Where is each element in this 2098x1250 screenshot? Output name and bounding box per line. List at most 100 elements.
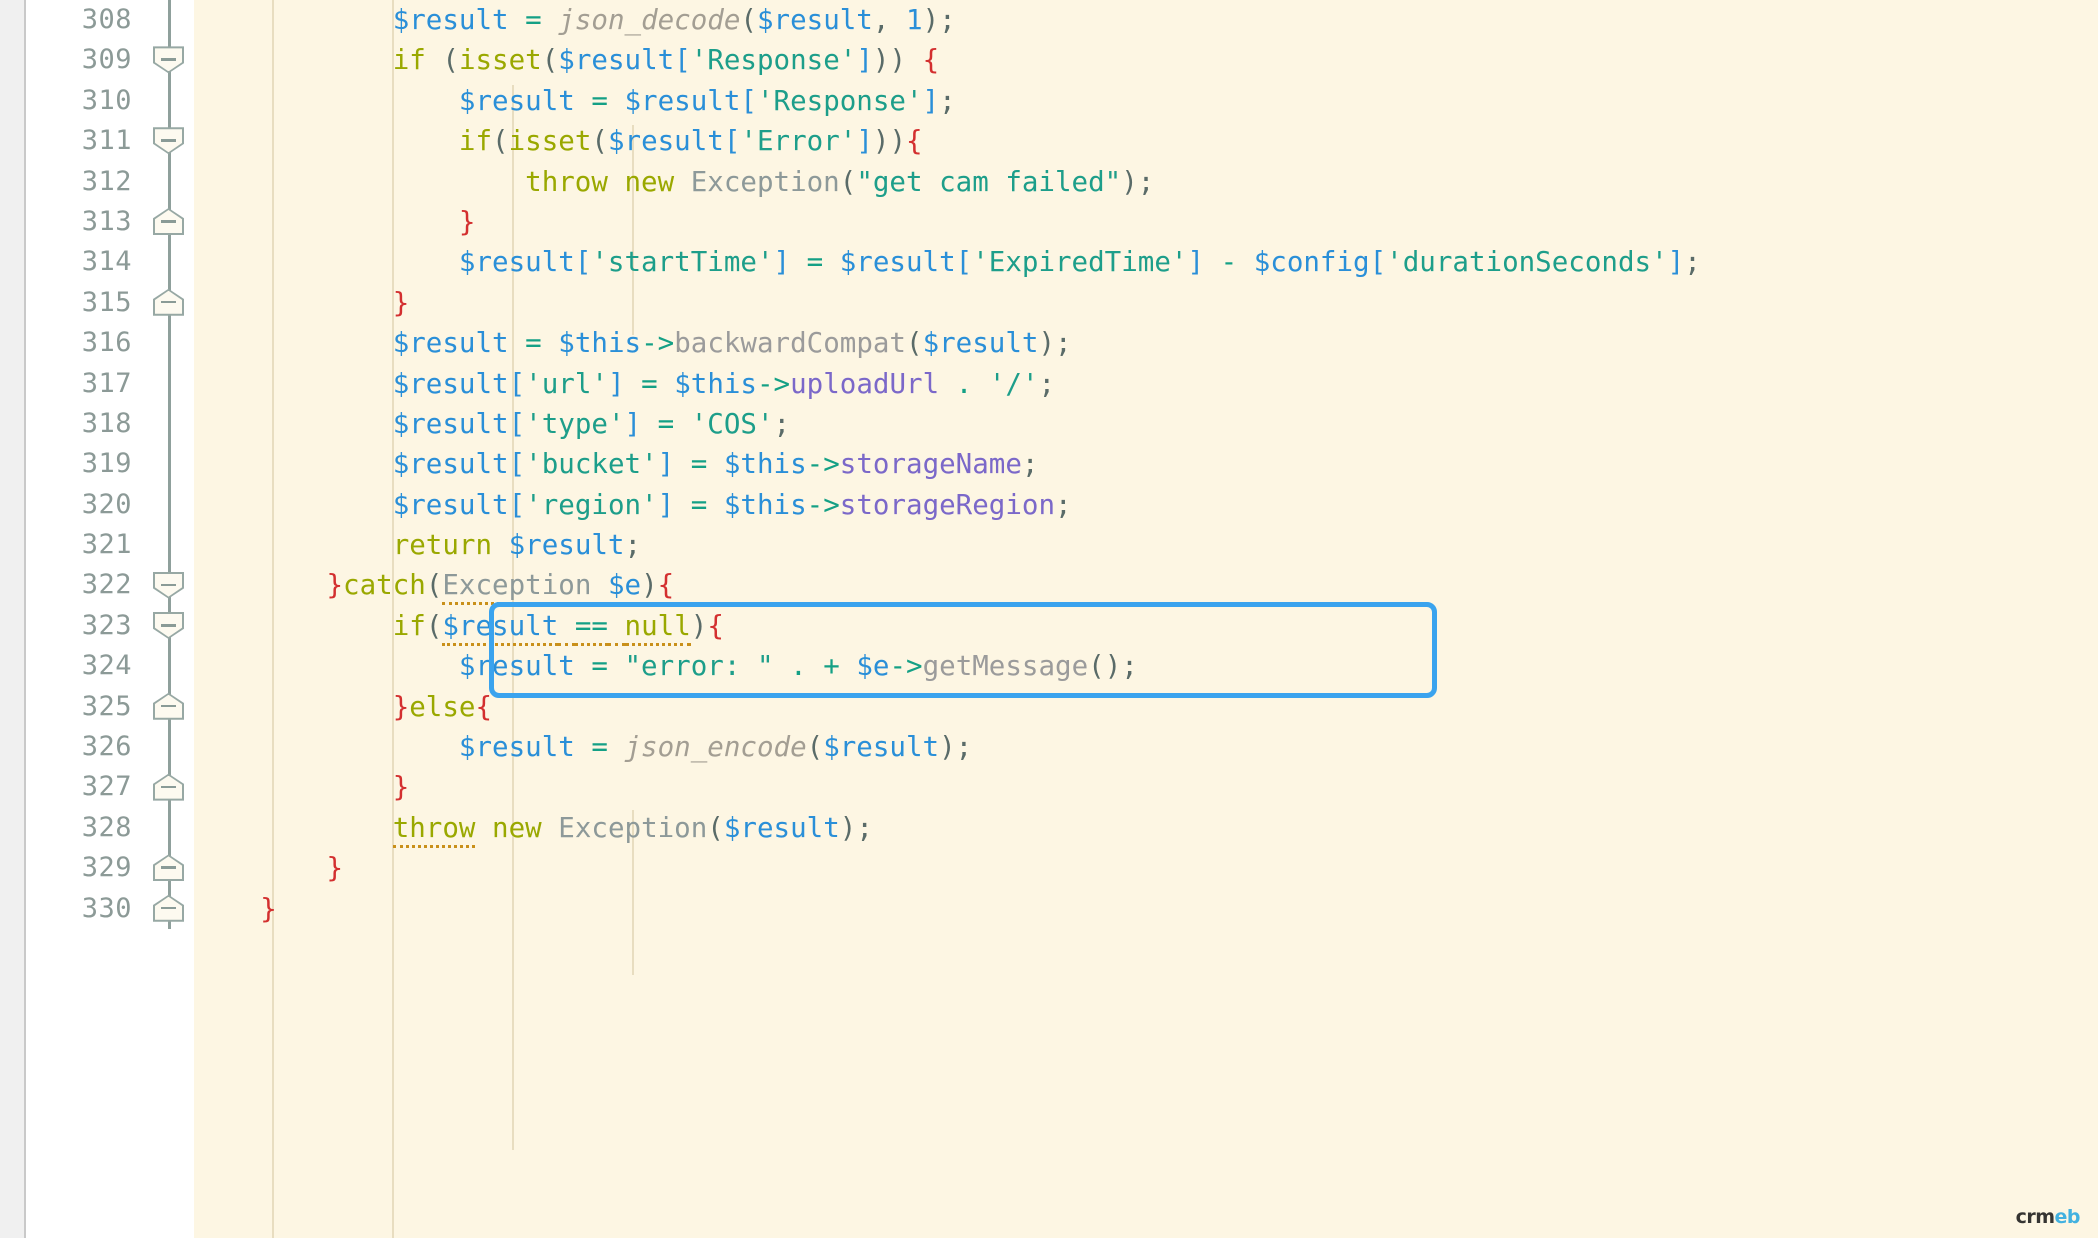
code-token: ; — [1055, 488, 1072, 521]
code-token: -> — [806, 448, 840, 481]
code-line[interactable]: $result = "error: " . + $e->getMessage()… — [194, 646, 2098, 686]
line-number[interactable]: 317 — [26, 364, 144, 404]
code-token: $this — [558, 327, 642, 360]
code-line[interactable]: $result['startTime'] = $result['ExpiredT… — [194, 242, 2098, 282]
code-line[interactable]: $result['region'] = $this->storageRegion… — [194, 485, 2098, 525]
code-token: uploadUrl — [790, 367, 940, 400]
line-number[interactable]: 316 — [26, 323, 144, 363]
line-number[interactable]: 321 — [26, 525, 144, 565]
code-line[interactable]: $result['type'] = 'COS'; — [194, 404, 2098, 444]
code-line[interactable]: }else{ — [194, 687, 2098, 727]
line-number[interactable]: 326 — [26, 727, 144, 767]
code-token: [ — [508, 367, 526, 400]
line-number[interactable]: 314 — [26, 242, 144, 282]
code-token: -> — [641, 327, 675, 360]
code-line[interactable]: } — [194, 202, 2098, 242]
fold-expand-end-icon[interactable] — [153, 692, 184, 720]
code-token: [ — [508, 448, 526, 481]
fold-collapse-icon[interactable] — [153, 127, 184, 155]
code-line[interactable]: } — [194, 848, 2098, 888]
fold-expand-end-icon[interactable] — [153, 773, 184, 801]
editor-left-strip — [0, 0, 26, 1250]
code-line[interactable]: $result = $result['Response']; — [194, 81, 2098, 121]
code-token: 'startTime' — [591, 246, 774, 279]
code-token: json_encode — [624, 731, 807, 764]
code-line[interactable]: } — [194, 767, 2098, 807]
code-token: $result — [392, 407, 509, 440]
line-number[interactable]: 327 — [26, 767, 144, 807]
line-number[interactable]: 324 — [26, 646, 144, 686]
code-token: ); — [839, 811, 873, 844]
line-number[interactable]: 323 — [26, 606, 144, 646]
line-number[interactable]: 312 — [26, 162, 144, 202]
line-number[interactable]: 309 — [26, 40, 144, 80]
code-fold-gutter[interactable] — [144, 0, 194, 1250]
line-number[interactable]: 320 — [26, 485, 144, 525]
code-line[interactable]: } — [194, 889, 2098, 929]
code-token-warning: $result — [442, 609, 559, 646]
code-token: if — [458, 125, 493, 158]
code-content-area[interactable]: $result = json_decode($result, 1); if (i… — [194, 0, 2098, 1250]
code-token: . — [955, 367, 973, 400]
code-line[interactable]: return $result; — [194, 525, 2098, 565]
code-line[interactable]: $result = json_decode($result, 1); — [194, 0, 2098, 40]
line-number[interactable]: 308 — [26, 0, 144, 40]
bottom-edge — [0, 1238, 2098, 1250]
fold-collapse-icon[interactable] — [153, 612, 184, 639]
code-token: $this — [723, 488, 807, 521]
code-token: ; — [939, 84, 956, 117]
fold-expand-end-icon[interactable] — [153, 854, 184, 882]
code-line[interactable]: if(isset($result['Error'])){ — [194, 121, 2098, 161]
code-token: 'Response' — [756, 84, 923, 117]
code-token: ] — [922, 84, 940, 117]
fold-expand-end-icon[interactable] — [153, 894, 184, 922]
line-number[interactable]: 310 — [26, 81, 144, 121]
code-line[interactable]: }catch(Exception $e){ — [194, 565, 2098, 606]
code-lines[interactable]: $result = json_decode($result, 1); if (i… — [194, 0, 2098, 929]
code-token: { — [906, 125, 923, 158]
line-number[interactable]: 328 — [26, 808, 144, 848]
code-line[interactable]: $result['bucket'] = $this->storageName; — [194, 444, 2098, 484]
code-token-warning: throw — [392, 811, 476, 848]
line-number[interactable]: 313 — [26, 202, 144, 242]
line-number-gutter[interactable]: 308 309 310 311 312 313 314 315 316 317 318 319 320 3… — [26, 0, 144, 1250]
code-token: ] — [657, 448, 675, 481]
line-number[interactable]: 319 — [26, 444, 144, 484]
code-line[interactable]: $result['url'] = $this->uploadUrl . '/'; — [194, 364, 2098, 404]
line-number[interactable]: 318 — [26, 404, 144, 444]
code-line[interactable]: throw new Exception("get cam failed"); — [194, 162, 2098, 202]
code-line[interactable]: $result = $this->backwardCompat($result)… — [194, 323, 2098, 363]
line-number[interactable]: 315 — [26, 283, 144, 323]
code-line[interactable]: throw new Exception($result); — [194, 808, 2098, 848]
code-token: ] — [773, 246, 791, 279]
fold-expand-end-icon[interactable] — [153, 208, 184, 235]
line-number[interactable]: 329 — [26, 848, 144, 888]
line-number[interactable]: 311 — [26, 121, 144, 161]
code-token: $result — [607, 125, 724, 158]
line-number[interactable]: 322 — [26, 565, 144, 605]
code-token: )) — [872, 44, 907, 77]
line-number[interactable]: 325 — [26, 687, 144, 727]
code-line[interactable]: } — [194, 283, 2098, 323]
fold-collapse-icon[interactable] — [153, 46, 184, 74]
code-line[interactable]: if (isset($result['Response'])) { — [194, 40, 2098, 80]
line-number[interactable]: 330 — [26, 889, 144, 929]
code-line[interactable]: if($result == null){ — [194, 606, 2098, 646]
fold-collapse-icon[interactable] — [153, 571, 184, 599]
code-token: = — [657, 407, 675, 440]
code-line[interactable]: $result = json_encode($result); — [194, 727, 2098, 767]
code-token: ( — [839, 165, 857, 198]
code-token: ] — [624, 407, 642, 440]
code-token: = — [806, 246, 824, 279]
fold-expand-end-icon[interactable] — [153, 288, 184, 316]
